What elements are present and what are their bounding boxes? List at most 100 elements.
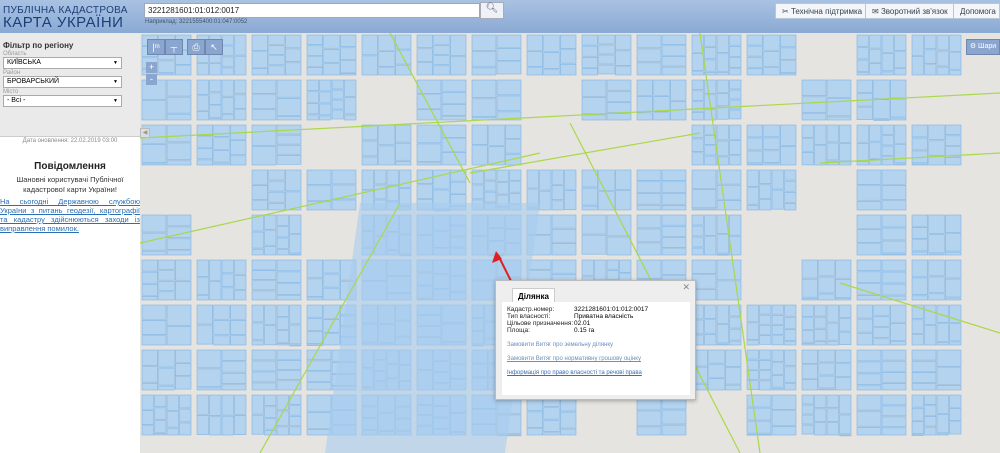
city-select[interactable]: - Всі - — [3, 95, 122, 107]
rayon-select[interactable]: БРОВАРСЬКИЙ — [3, 76, 122, 88]
parcel — [716, 343, 729, 346]
parcel — [856, 72, 869, 76]
ruler-icon[interactable]: |ᵐ — [147, 39, 165, 55]
parcel — [251, 259, 277, 270]
parcel — [801, 297, 818, 301]
parcel — [196, 147, 213, 160]
parcel — [759, 199, 772, 211]
area-measure-icon[interactable]: ┬ — [165, 39, 183, 55]
parcel — [306, 382, 332, 391]
parcel — [881, 145, 894, 156]
parcel — [704, 155, 717, 166]
parcel — [319, 103, 332, 116]
parcel — [835, 363, 852, 377]
parcel — [471, 67, 497, 76]
zoom-in-button[interactable]: + — [146, 62, 157, 73]
feedback-button[interactable]: ✉ Зворотний зв'язок — [865, 3, 955, 19]
collapse-sidebar-button[interactable]: ◀ — [140, 128, 150, 138]
parcel — [374, 169, 387, 185]
parcel — [759, 359, 772, 370]
parcel — [869, 124, 882, 142]
parcel — [636, 62, 662, 76]
parcel — [661, 409, 687, 425]
parcel — [691, 169, 717, 189]
parcel — [826, 340, 839, 346]
parcel — [801, 124, 814, 138]
search-button[interactable]: 🔍︎ — [480, 2, 504, 19]
parcel — [636, 214, 662, 229]
parcel — [416, 109, 442, 121]
parcel — [331, 99, 344, 110]
parcel — [856, 169, 882, 185]
layers-button[interactable]: ⚙ Шари — [966, 39, 1000, 55]
search-icon: 🔍︎ — [485, 3, 499, 14]
parcel — [581, 234, 607, 255]
parcel — [598, 54, 615, 65]
parcel — [636, 181, 662, 193]
parcel — [598, 34, 615, 45]
map[interactable]: |ᵐ ┬ ⎙ ↖ + - ◀ ⚙ Шари ✕ Ділянка Кадастр.… — [140, 33, 1000, 453]
parcel — [386, 185, 399, 202]
print-icon[interactable]: ⎙ — [187, 39, 205, 55]
parcel — [911, 239, 928, 252]
parcel — [581, 68, 598, 76]
parcel — [890, 98, 907, 118]
parcel — [285, 34, 302, 49]
parcel — [814, 304, 827, 317]
ownership-info-link[interactable]: Інформація про право власності та речові… — [507, 370, 685, 376]
parcel — [268, 65, 285, 76]
parcel — [911, 124, 928, 138]
parcel — [234, 34, 247, 56]
parcel — [323, 273, 340, 288]
help-button[interactable]: Допомога — [953, 3, 1000, 19]
parcel — [924, 394, 937, 405]
field-key: Цільове призначення: — [507, 320, 574, 327]
parcel — [551, 185, 564, 201]
notice-link[interactable]: На сьогодні Державною службою України з … — [0, 197, 140, 233]
parcel — [636, 112, 653, 121]
parcel — [209, 105, 222, 118]
parcel — [196, 295, 209, 301]
close-icon[interactable]: ✕ — [682, 282, 690, 293]
parcel — [653, 79, 670, 96]
parcel — [166, 394, 179, 411]
zoom-out-button[interactable]: - — [146, 74, 157, 85]
parcel — [276, 370, 302, 381]
parcel — [839, 434, 852, 437]
parcel — [716, 259, 742, 281]
parcel — [251, 304, 264, 323]
parcel — [221, 384, 247, 391]
parcel — [780, 124, 797, 146]
parcel — [763, 124, 780, 138]
parcel — [251, 269, 277, 280]
parcel — [801, 330, 814, 343]
parcel — [251, 360, 277, 372]
parcel — [598, 64, 615, 75]
order-extract-link[interactable]: Замовити Витяг про земельну ділянку — [507, 342, 685, 348]
parcel — [729, 68, 742, 76]
parcel — [881, 349, 907, 361]
parcel — [691, 124, 704, 139]
parcel — [361, 169, 374, 190]
parcel — [276, 144, 302, 155]
parcel — [433, 44, 450, 55]
parcel — [615, 34, 632, 51]
parcel — [771, 362, 784, 375]
identify-icon[interactable]: ↖ — [205, 39, 223, 55]
parcel — [141, 100, 167, 121]
parcel — [746, 349, 759, 360]
parcel — [441, 104, 467, 116]
parcel — [746, 204, 759, 211]
oblast-select[interactable]: КИЇВСЬКА — [3, 57, 122, 69]
parcel — [691, 189, 717, 209]
parcel — [856, 200, 882, 211]
parcel — [924, 405, 937, 416]
parcel — [856, 304, 873, 319]
parcel — [826, 116, 852, 121]
search-input[interactable]: 3221281601:01:012:0017 — [144, 3, 480, 18]
parcel — [230, 304, 247, 320]
support-button[interactable]: ✂ Технічна підтримка — [775, 3, 870, 19]
order-valuation-link[interactable]: Замовити Витяг про нормативну грошову оц… — [507, 356, 685, 362]
parcel — [251, 231, 264, 249]
logo-line2[interactable]: КАРТА УКРАЇНИ — [3, 14, 123, 31]
